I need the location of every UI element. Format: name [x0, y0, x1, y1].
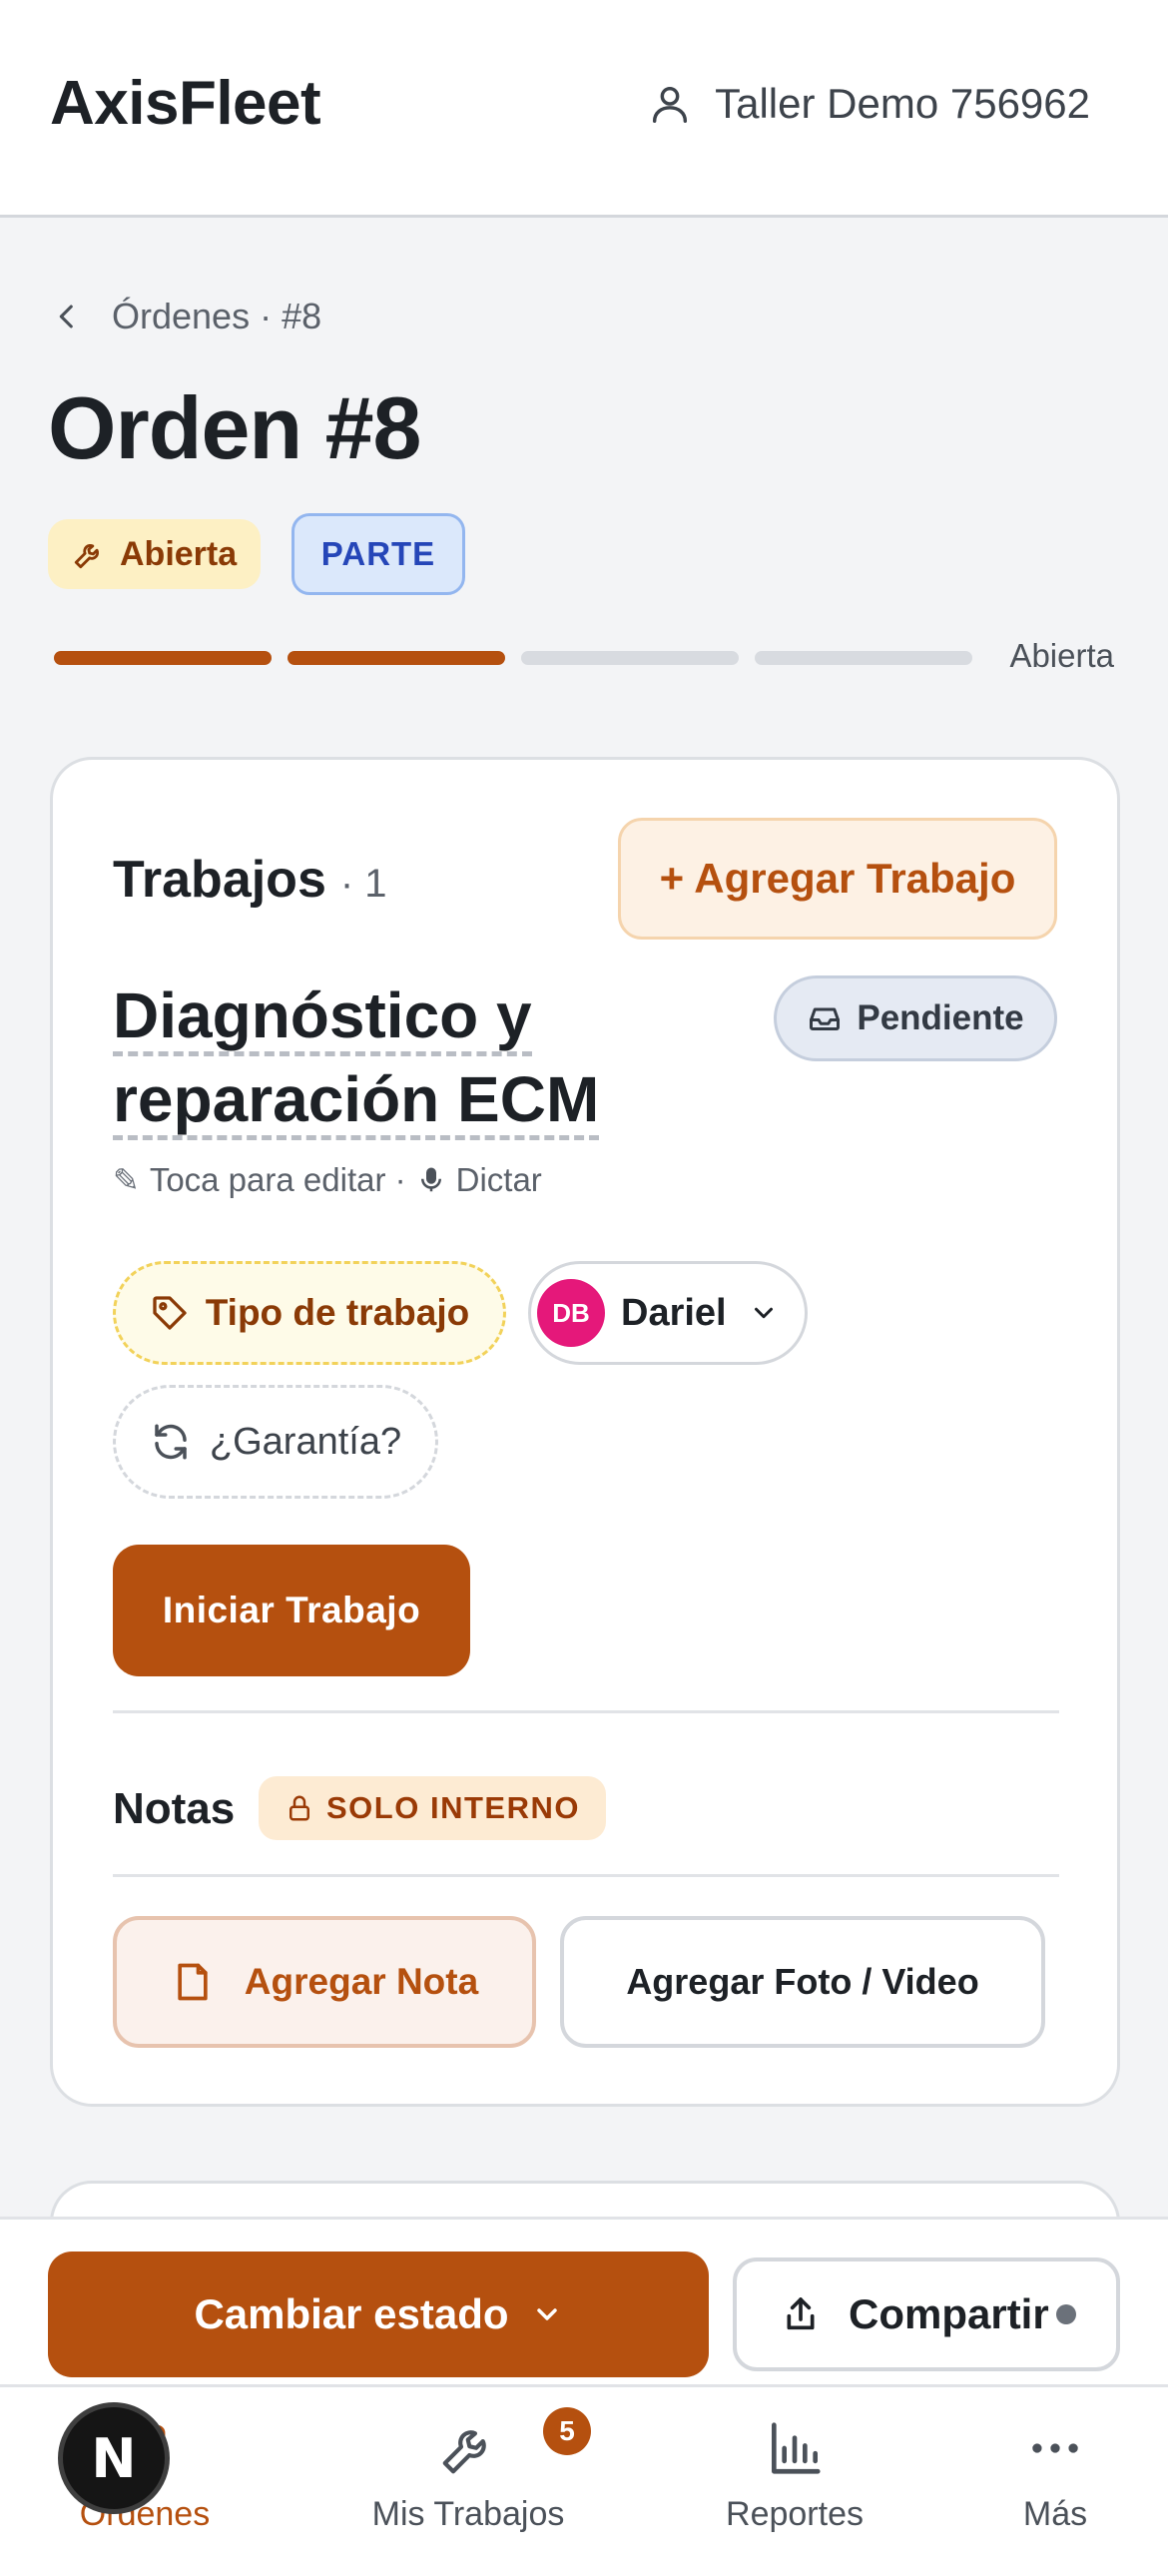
jobs-heading-text: Trabajos	[113, 851, 326, 909]
status-badge: Abierta	[48, 519, 262, 589]
job-title[interactable]: Diagnóstico y reparación ECM	[113, 973, 672, 1141]
type-badge: PARTE	[292, 513, 465, 595]
start-job-button[interactable]: Iniciar Trabajo	[113, 1545, 470, 1676]
lock-icon	[290, 1795, 309, 1821]
job-status-label: Pendiente	[857, 998, 1024, 1037]
more-horizontal-icon	[1032, 2443, 1078, 2453]
dictate-link[interactable]: Dictar	[456, 1161, 542, 1199]
notes-heading: Notas	[113, 1784, 236, 1833]
edit-hint-text: Toca para editar ·	[149, 1161, 406, 1198]
bar-chart-icon	[772, 2422, 821, 2474]
warranty-toggle[interactable]: ¿Garantía?	[113, 1385, 438, 1499]
job-type-selector[interactable]: Tipo de trabajo	[113, 1261, 506, 1365]
breadcrumb-text[interactable]: Órdenes · #8	[112, 296, 321, 337]
divider	[113, 1710, 1059, 1713]
notification-badge: 5	[543, 2407, 591, 2455]
top-bar: AxisFleet Taller Demo 756962	[0, 0, 1168, 218]
add-note-label: Agregar Nota	[244, 1961, 479, 2002]
status-dot	[1056, 2304, 1076, 2324]
tab-reportes[interactable]: Reportes	[715, 2417, 875, 2534]
edit-hint: ✎ Toca para editar · Dictar	[113, 1161, 542, 1199]
job-type-label: Tipo de trabajo	[205, 1292, 470, 1333]
warranty-label: ¿Garantía?	[209, 1420, 402, 1463]
assignee-selector[interactable]: DB Dariel	[528, 1261, 808, 1365]
share-label: Compartir	[849, 2290, 1049, 2337]
progress-segment	[755, 651, 972, 665]
pencil-icon: ✎	[113, 1162, 140, 1198]
add-media-button[interactable]: Agregar Foto / Video	[560, 1916, 1045, 2048]
tab-label: Mis Trabajos	[371, 2495, 565, 2533]
jobs-heading: Trabajos · 1	[113, 850, 387, 910]
share-icon	[787, 2297, 815, 2330]
note-icon	[178, 1963, 208, 2001]
jobs-count: · 1	[339, 862, 387, 906]
progress-segment	[288, 651, 505, 665]
progress-label: Abierta	[1009, 637, 1114, 674]
wrench-icon	[74, 543, 100, 569]
job-title-text[interactable]: Diagnóstico y reparación ECM	[113, 979, 600, 1140]
action-bar: Cambiar estado Compartir	[0, 2217, 1168, 2384]
user-name: Taller Demo 756962	[715, 80, 1090, 127]
tag-icon	[153, 1296, 187, 1330]
chevron-down-icon	[754, 1307, 773, 1319]
refresh-icon	[155, 1424, 187, 1460]
tab-label: Más	[1022, 2495, 1088, 2533]
change-status-label: Cambiar estado	[194, 2290, 509, 2337]
brand-logo[interactable]: AxisFleet	[50, 68, 321, 139]
status-badge-label: Abierta	[120, 534, 238, 573]
tab-mas[interactable]: Más	[1008, 2417, 1102, 2534]
user-icon	[653, 86, 688, 123]
divider	[113, 1874, 1059, 1877]
internal-only-badge: SOLO INTERNO	[259, 1776, 606, 1840]
bottom-tab-bar: Órdenes Mis Trabajos 5 Reportes Más	[0, 2384, 1168, 2576]
order-progress-bar	[54, 651, 972, 665]
tab-mis-trabajos[interactable]: Mis Trabajos	[363, 2417, 573, 2534]
progress-segment	[54, 651, 272, 665]
chevron-left-icon[interactable]	[50, 300, 84, 333]
add-job-button[interactable]: + Agregar Trabajo	[618, 818, 1057, 940]
change-status-button[interactable]: Cambiar estado	[48, 2252, 709, 2377]
page-title: Orden #8	[48, 378, 421, 477]
share-button[interactable]: Compartir	[733, 2257, 1120, 2371]
internal-only-label: SOLO INTERNO	[326, 1790, 580, 1825]
wrench-icon	[442, 2430, 486, 2474]
assignee-name: Dariel	[621, 1291, 727, 1334]
add-note-button[interactable]: Agregar Nota	[113, 1916, 536, 2048]
user-menu[interactable]: Taller Demo 756962	[647, 80, 1090, 128]
progress-segment	[521, 651, 739, 665]
microphone-icon[interactable]	[416, 1165, 446, 1195]
floating-action-button[interactable]: N	[58, 2402, 170, 2514]
breadcrumb[interactable]: Órdenes · #8	[50, 296, 321, 337]
avatar: DB	[537, 1279, 605, 1347]
tab-label: Reportes	[726, 2495, 864, 2533]
job-status-badge[interactable]: Pendiente	[774, 975, 1057, 1061]
chevron-down-icon	[536, 2308, 557, 2320]
jobs-card: Trabajos · 1 + Agregar Trabajo Diagnósti…	[50, 757, 1120, 2107]
inbox-icon	[810, 1007, 841, 1030]
